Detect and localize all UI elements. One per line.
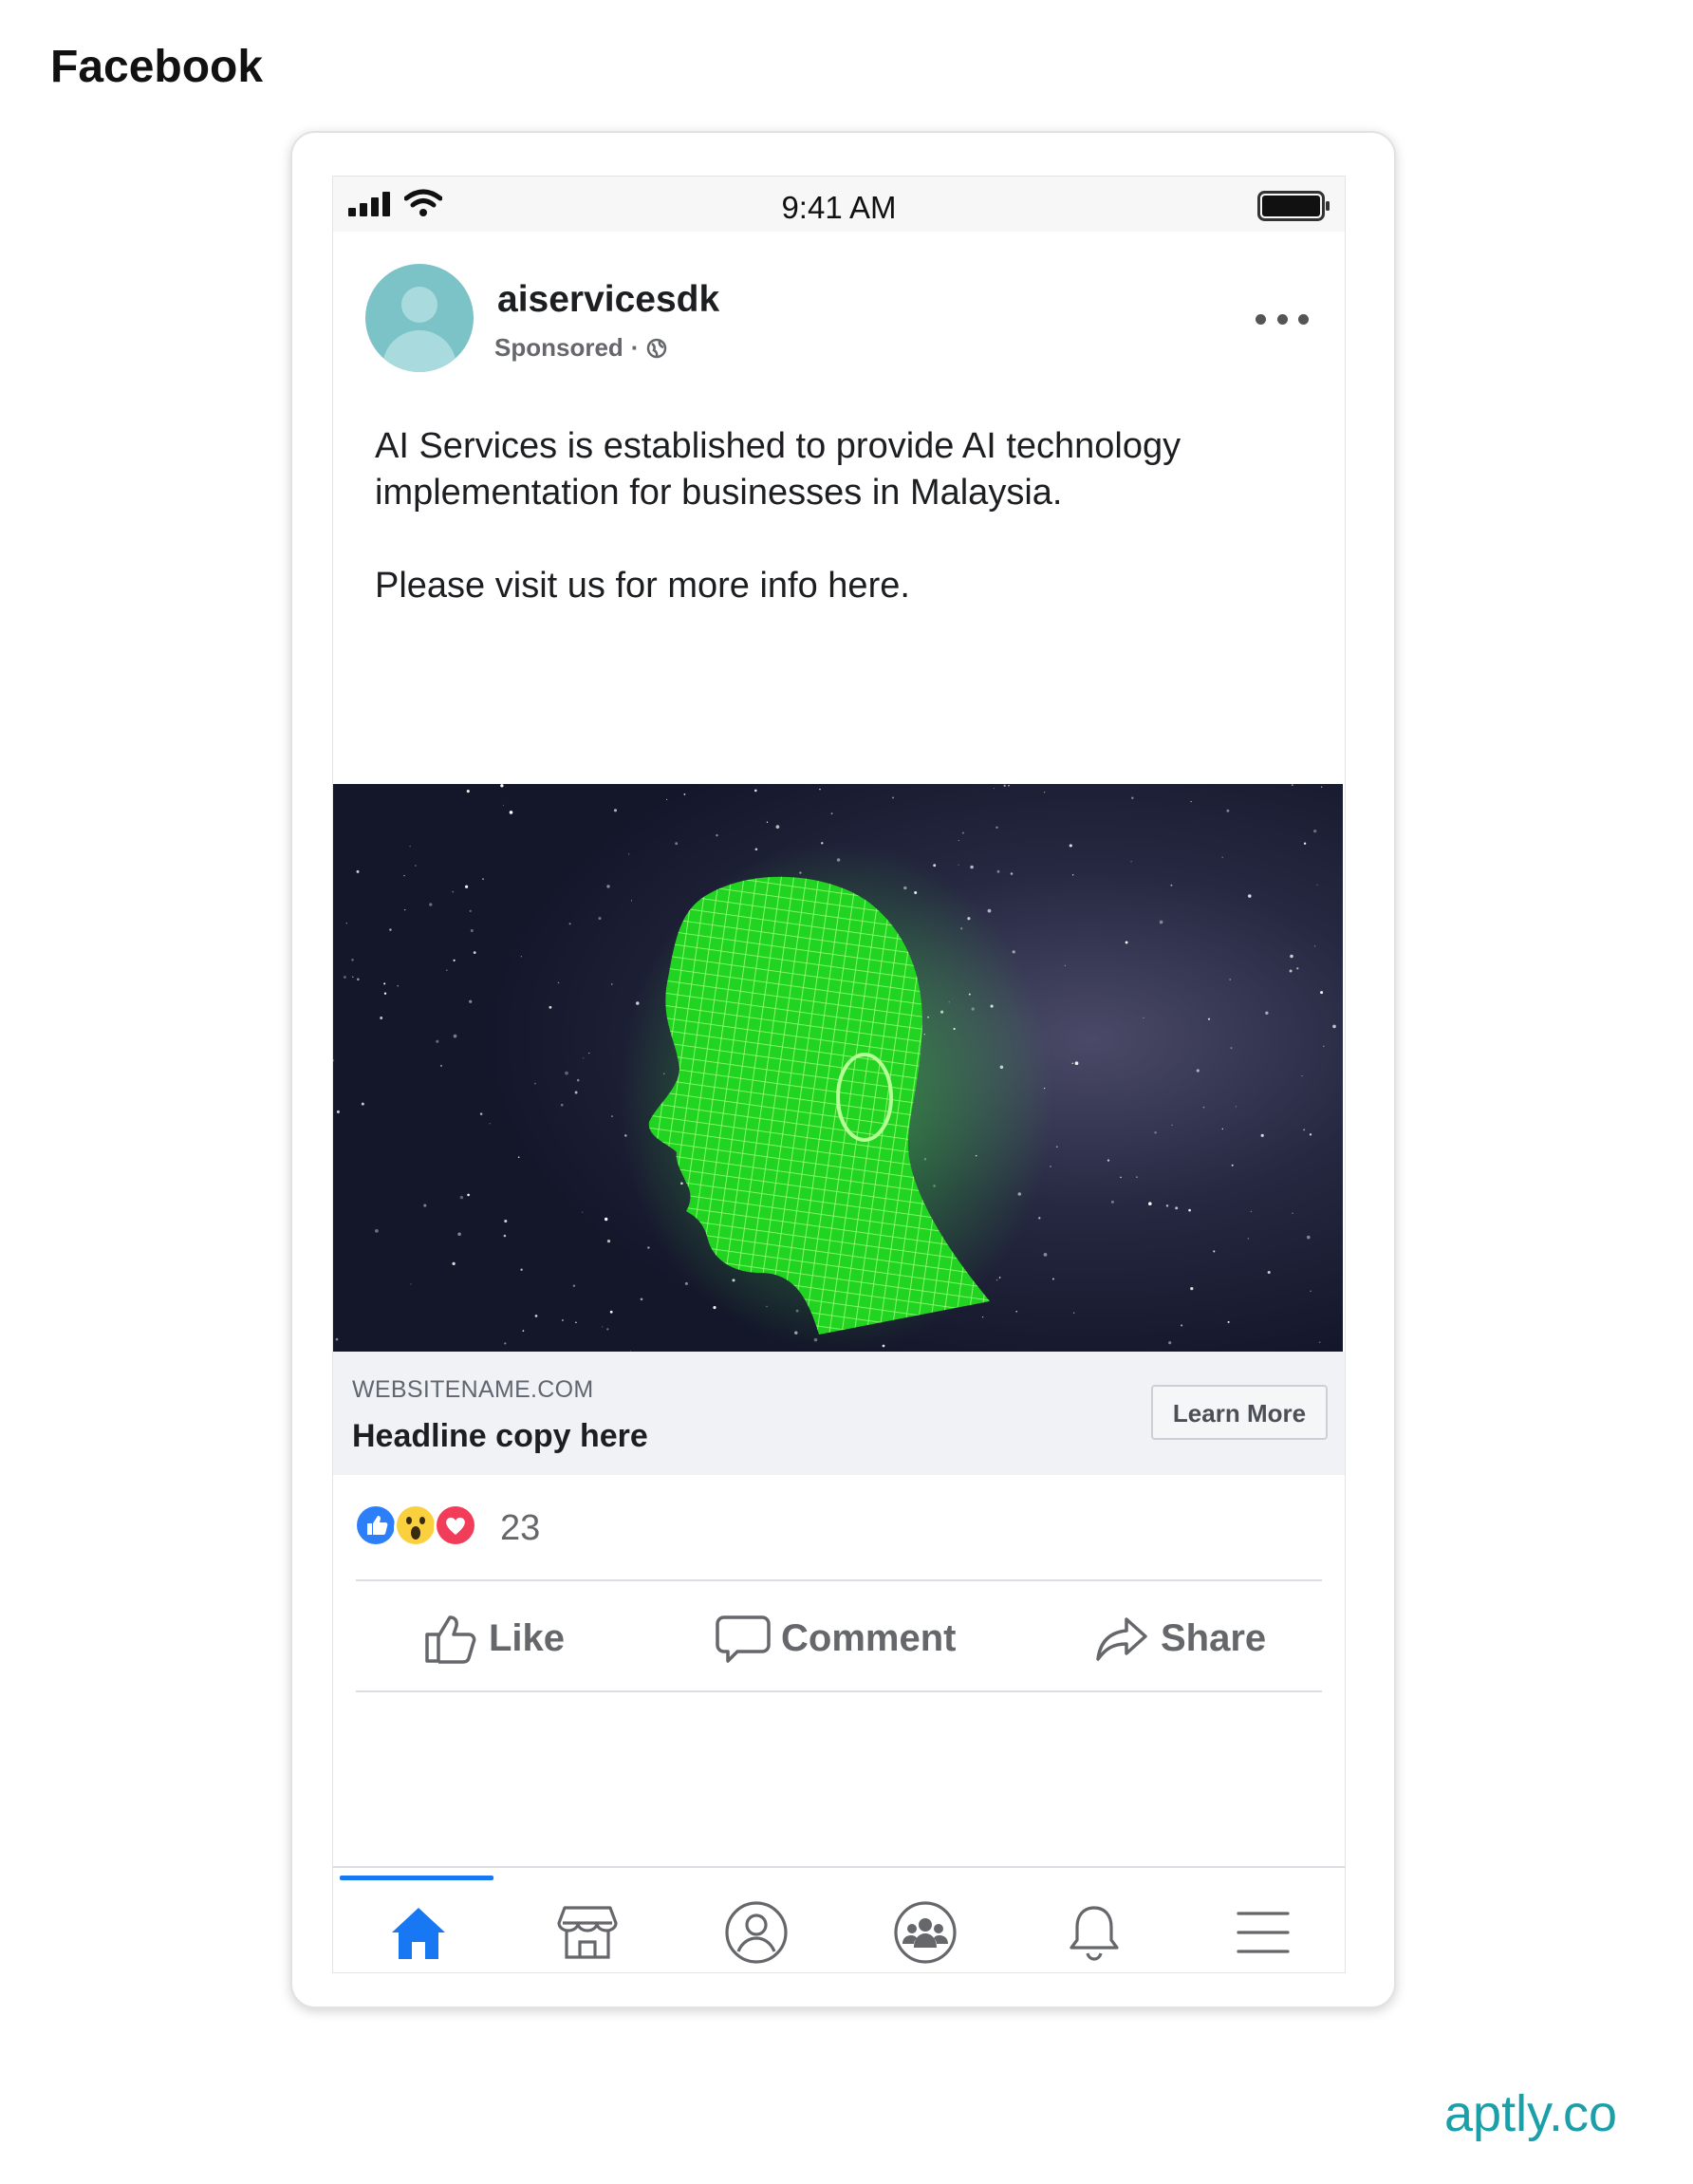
love-reaction-icon [434,1503,483,1553]
page-title: Facebook [50,42,264,92]
groups-icon [894,1901,957,1964]
comment-bubble-icon [716,1615,771,1663]
avatar[interactable] [365,264,474,372]
learn-more-button[interactable]: Learn More [1151,1385,1328,1440]
sponsored-row: Sponsored · [494,333,667,363]
link-headline[interactable]: Headline copy here [352,1418,648,1455]
sponsored-label: Sponsored [494,333,623,362]
action-row: Like Comment Share [356,1586,1322,1690]
more-options-button[interactable] [1256,308,1309,330]
share-arrow-icon [1096,1617,1147,1661]
menu-tab[interactable] [1225,1895,1301,1970]
marketplace-tab[interactable] [549,1895,625,1970]
notifications-icon [1070,1906,1119,1961]
home-tab[interactable] [381,1895,456,1970]
more-dot-icon [1256,313,1266,325]
bottom-nav [333,1866,1345,1972]
thumbs-up-icon [425,1615,476,1664]
globe-icon [647,338,667,358]
post-paragraph-1: AI Services is established to provide AI… [375,426,1181,513]
avatar-body [382,330,456,372]
marketplace-icon [557,1906,618,1959]
more-dot-icon [1298,313,1309,325]
avatar-head [401,287,437,323]
battery-icon [1257,191,1330,221]
phone-screen: 9:41 AM aiservicesdk Sponsored · AI Serv… [332,176,1346,1973]
green-wireframe-head-image[interactable] [333,784,1343,1352]
divider-top [356,1579,1322,1581]
profile-icon [725,1901,788,1964]
page-name[interactable]: aiservicesdk [497,279,719,321]
link-preview-bar[interactable]: WEBSITENAME.COM Headline copy here Learn… [333,1352,1345,1475]
active-tab-indicator [340,1876,493,1880]
status-time: 9:41 AM [781,190,897,225]
comment-button[interactable]: Comment [715,1586,956,1690]
share-button[interactable]: Share [1094,1586,1266,1690]
groups-tab[interactable] [887,1895,963,1970]
like-button[interactable]: Like [422,1586,565,1690]
menu-icon [1237,1912,1290,1953]
profile-tab[interactable] [718,1895,794,1970]
post-text: AI Services is established to provide AI… [375,423,1286,609]
notifications-tab[interactable] [1056,1895,1132,1970]
more-dot-icon [1276,313,1288,325]
comment-label: Comment [781,1616,957,1659]
brand-footer: aptly.co [1444,2085,1618,2142]
link-domain: WEBSITENAME.COM [352,1376,594,1403]
reaction-count: 23 [500,1507,541,1548]
reactions-summary[interactable]: 23 [354,1503,540,1553]
like-label: Like [489,1616,566,1659]
divider-bottom [356,1690,1322,1692]
home-icon [392,1908,445,1959]
separator-dot: · [630,333,640,362]
post-paragraph-2: Please visit us for more info here. [375,566,910,606]
share-label: Share [1161,1616,1267,1659]
status-bar: 9:41 AM [333,177,1345,232]
